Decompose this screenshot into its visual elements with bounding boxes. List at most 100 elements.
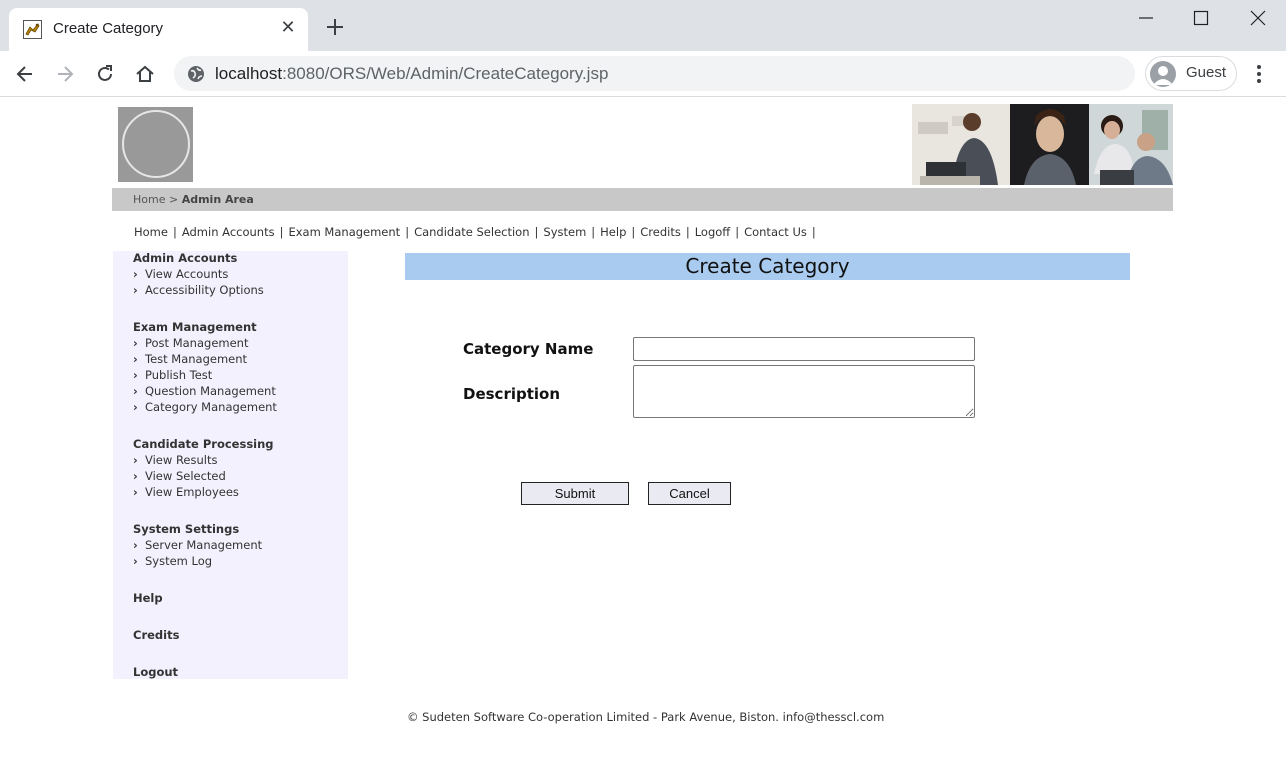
footer-copyright: © Sudeten Software Co-operation Limited … <box>407 710 885 724</box>
url-host: localhost <box>215 64 283 83</box>
topnav-separator: | <box>279 225 284 239</box>
topnav-separator: | <box>631 225 636 239</box>
breadcrumb-home-link[interactable]: Home <box>133 193 165 206</box>
submit-button[interactable]: Submit <box>521 482 629 505</box>
web-page: Home > Admin Area Home | Admin Accounts | Ex… <box>0 97 1286 758</box>
sidebar-section-exam-management: Exam Management <box>133 320 257 334</box>
chevron-right-icon: › <box>133 554 138 568</box>
topnav-candidate-selection[interactable]: Candidate Selection <box>414 225 529 239</box>
sidebar-item-question-management[interactable]: › Question Management <box>133 384 276 398</box>
sidebar-item-label: View Results <box>145 453 218 467</box>
topnav-home[interactable]: Home <box>134 225 168 239</box>
chevron-right-icon: › <box>133 267 138 281</box>
chevron-right-icon: › <box>133 336 138 350</box>
sidebar-item-label: System Log <box>145 554 213 568</box>
topnav-separator: | <box>735 225 740 239</box>
top-navigation: Home | Admin Accounts | Exam Management | Cand… <box>134 225 821 239</box>
topnav-logoff[interactable]: Logoff <box>695 225 731 239</box>
sidebar-item-label: Server Management <box>145 538 263 552</box>
chevron-right-icon: › <box>133 538 138 552</box>
topnav-contact-us[interactable]: Contact Us <box>744 225 807 239</box>
description-label: Description <box>463 385 561 403</box>
tab-close-icon[interactable]: ✕ <box>279 18 297 36</box>
site-logo <box>118 107 193 182</box>
reload-icon[interactable] <box>94 63 116 85</box>
category-name-label: Category Name <box>463 340 594 358</box>
browser-toolbar: localhost:8080/ORS/Web/Admin/CreateCateg… <box>0 51 1286 97</box>
chevron-right-icon: › <box>133 384 138 398</box>
url-text: localhost:8080/ORS/Web/Admin/CreateCateg… <box>215 64 608 84</box>
address-bar[interactable]: localhost:8080/ORS/Web/Admin/CreateCateg… <box>174 56 1135 91</box>
sidebar-item-label: View Selected <box>145 469 226 483</box>
sidebar-item-test-management[interactable]: › Test Management <box>133 352 247 366</box>
site-info-globe-icon[interactable] <box>187 65 205 83</box>
sidebar-item-label: Publish Test <box>145 368 213 382</box>
sidebar-item-post-management[interactable]: › Post Management <box>133 336 248 350</box>
browser-tab[interactable]: Create Category ✕ <box>9 8 308 51</box>
tab-title: Create Category <box>53 20 164 37</box>
home-icon[interactable] <box>134 63 156 85</box>
sidebar-item-label: Category Management <box>145 400 277 414</box>
chevron-right-icon: › <box>133 368 138 382</box>
sidebar-item-category-management[interactable]: › Category Management <box>133 400 277 414</box>
banner-photos <box>912 104 1173 185</box>
breadcrumb-text: Home > Admin Area <box>133 193 254 206</box>
sidebar-item-view-accounts[interactable]: › View Accounts <box>133 267 228 281</box>
description-textarea[interactable] <box>633 365 975 418</box>
category-name-input[interactable] <box>633 337 975 361</box>
sidebar-item-label: Post Management <box>145 336 249 350</box>
topnav-exam-management[interactable]: Exam Management <box>288 225 400 239</box>
back-arrow-icon[interactable] <box>14 63 36 85</box>
chevron-right-icon: › <box>133 283 138 297</box>
url-path: :8080/ORS/Web/Admin/CreateCategory.jsp <box>282 64 609 83</box>
sidebar-item-view-results[interactable]: › View Results <box>133 453 217 467</box>
sidebar-item-help[interactable]: Help <box>133 591 163 605</box>
profile-button[interactable]: Guest <box>1145 56 1237 91</box>
breadcrumb-current: Admin Area <box>181 193 254 206</box>
browser-tab-strip: Create Category ✕ <box>0 0 1286 51</box>
sidebar-item-label: Test Management <box>145 352 248 366</box>
sidebar-item-system-log[interactable]: › System Log <box>133 554 212 568</box>
minimize-icon[interactable] <box>1136 8 1156 28</box>
topnav-help[interactable]: Help <box>600 225 626 239</box>
page-title: Create Category <box>685 254 850 278</box>
cancel-button[interactable]: Cancel <box>648 482 731 505</box>
more-options-icon[interactable] <box>1250 63 1268 85</box>
topnav-credits[interactable]: Credits <box>640 225 681 239</box>
sidebar-item-publish-test[interactable]: › Publish Test <box>133 368 212 382</box>
sidebar-section-candidate-processing: Candidate Processing <box>133 437 274 451</box>
sidebar-item-accessibility-options[interactable]: › Accessibility Options <box>133 283 264 297</box>
breadcrumb-separator: > <box>168 193 179 206</box>
topnav-separator: | <box>172 225 177 239</box>
avatar-icon <box>1150 61 1176 87</box>
topnav-separator: | <box>811 225 816 239</box>
topnav-separator: | <box>405 225 410 239</box>
breadcrumb: Home > Admin Area <box>112 188 1173 211</box>
logo-ring-icon <box>122 110 190 178</box>
sidebar-item-credits[interactable]: Credits <box>133 628 179 642</box>
sidebar-item-label: View Employees <box>145 485 239 499</box>
close-window-icon[interactable] <box>1248 8 1268 28</box>
sidebar-item-server-management[interactable]: › Server Management <box>133 538 262 552</box>
tomcat-favicon-icon <box>23 20 42 39</box>
chevron-right-icon: › <box>133 485 138 499</box>
profile-label: Guest <box>1186 64 1227 81</box>
sidebar-section-admin-accounts: Admin Accounts <box>133 251 238 265</box>
sidebar-section-system-settings: System Settings <box>133 522 240 536</box>
sidebar-item-label: Question Management <box>145 384 276 398</box>
topnav-system[interactable]: System <box>543 225 586 239</box>
topnav-separator: | <box>685 225 690 239</box>
topnav-admin-accounts[interactable]: Admin Accounts <box>182 225 275 239</box>
sidebar-item-label: Accessibility Options <box>145 283 264 297</box>
form-header: Create Category <box>405 253 1130 280</box>
sidebar-item-view-selected[interactable]: › View Selected <box>133 469 226 483</box>
chevron-right-icon: › <box>133 352 138 366</box>
chevron-right-icon: › <box>133 469 138 483</box>
sidebar-item-logout[interactable]: Logout <box>133 665 178 679</box>
forward-arrow-icon[interactable] <box>54 63 76 85</box>
new-tab-icon[interactable] <box>323 15 347 39</box>
sidebar: Admin Accounts › View Accounts › Accessibi… <box>113 251 348 679</box>
chevron-right-icon: › <box>133 453 138 467</box>
maximize-icon[interactable] <box>1191 8 1211 28</box>
sidebar-item-view-employees[interactable]: › View Employees <box>133 485 239 499</box>
